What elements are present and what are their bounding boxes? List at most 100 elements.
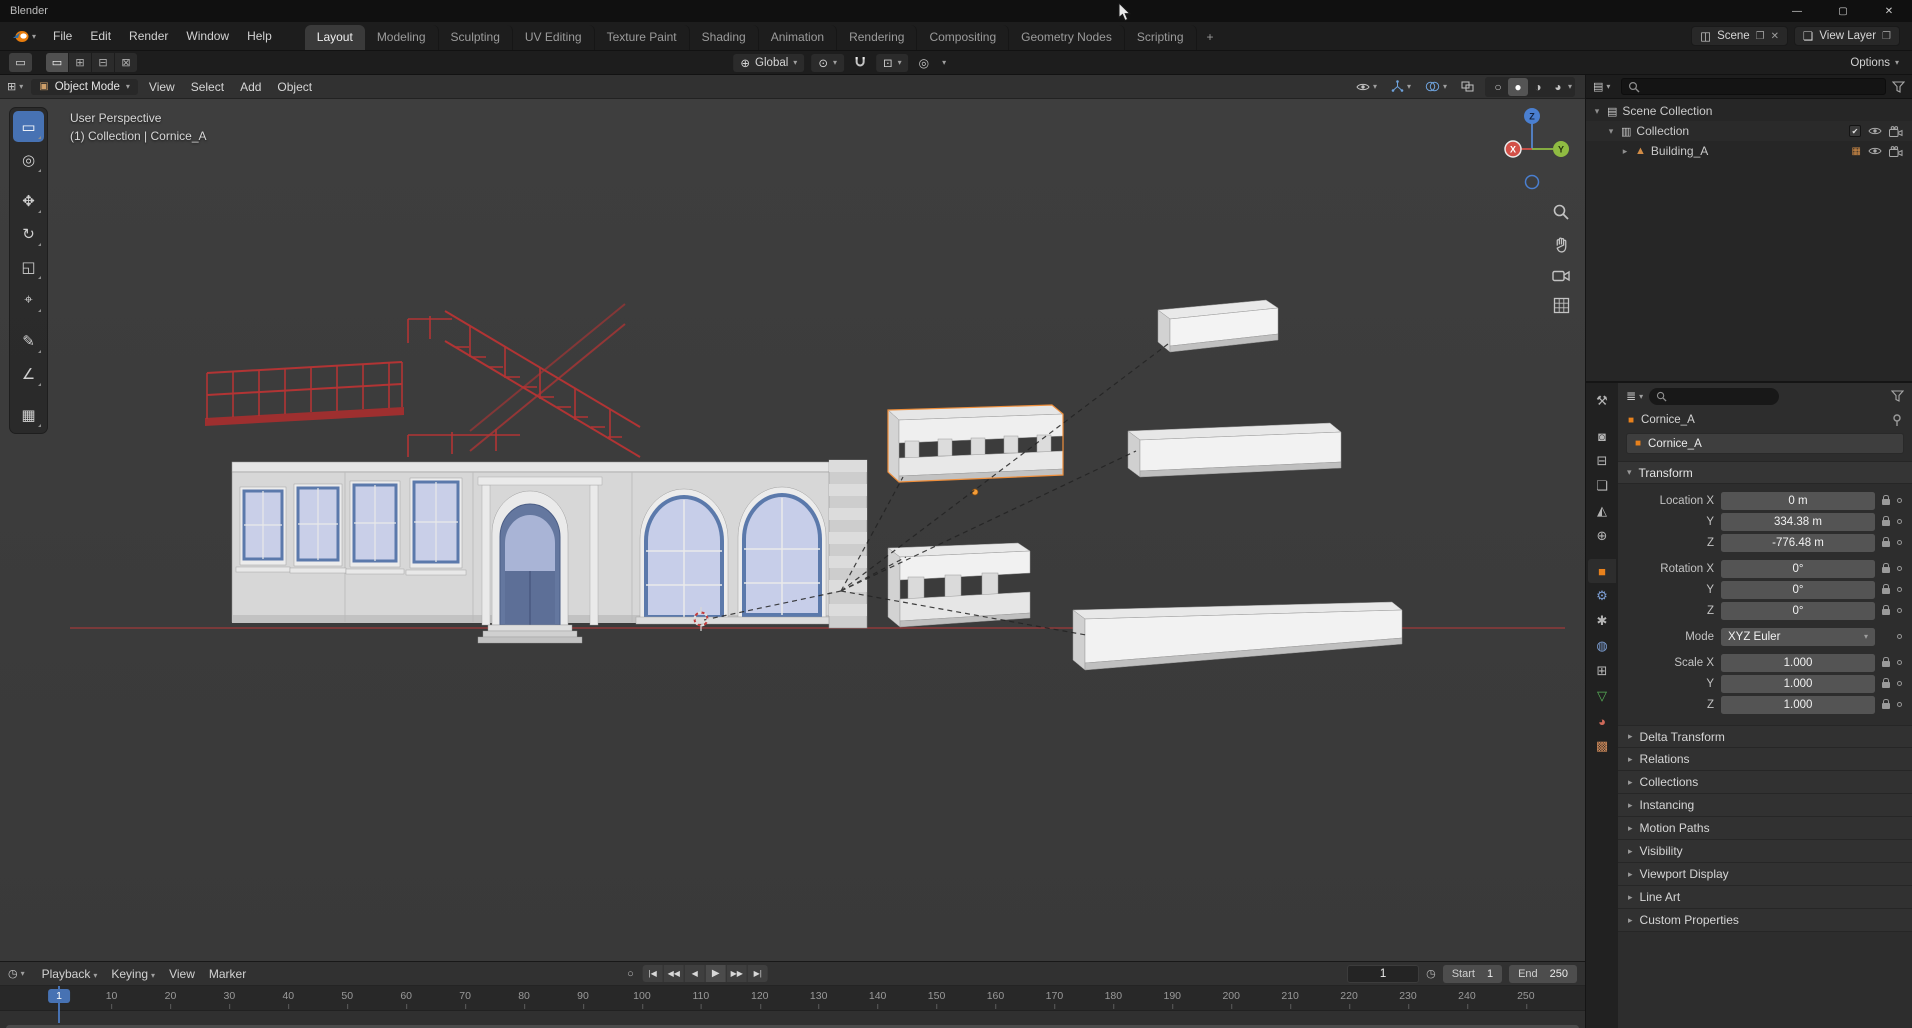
pin-icon[interactable]: [1892, 413, 1902, 427]
y-field[interactable]: 0°: [1721, 580, 1875, 599]
hide-eye-icon[interactable]: [1868, 126, 1882, 136]
collapse-icon[interactable]: ▾: [1606, 126, 1616, 137]
tool-select-box[interactable]: ▭: [13, 111, 44, 142]
lock-icon[interactable]: [1882, 657, 1890, 667]
end-frame-field[interactable]: End 250: [1509, 964, 1577, 983]
z-field[interactable]: -776.48 m: [1721, 533, 1875, 552]
viewport-menu-select[interactable]: Select: [183, 78, 232, 96]
timeline-menu-playback[interactable]: Playback ▾: [36, 965, 104, 983]
animate-dot[interactable]: [1897, 498, 1902, 503]
shading-wireframe-button[interactable]: ○: [1488, 78, 1508, 96]
properties-search-input[interactable]: [1649, 387, 1780, 405]
fire-escape-stairs[interactable]: [407, 303, 641, 458]
workspace-tab-animation[interactable]: Animation: [759, 25, 838, 50]
workspace-tab-modeling[interactable]: Modeling: [365, 25, 439, 50]
hide-eye-icon[interactable]: [1868, 146, 1882, 156]
cornice-piece-right[interactable]: [1127, 422, 1342, 478]
scene-selector[interactable]: ◫ Scene ❐ ✕: [1691, 26, 1789, 46]
lock-icon[interactable]: [1882, 678, 1890, 688]
outliner-editor-type-dropdown[interactable]: ▤ ▾: [1593, 80, 1615, 93]
menu-help[interactable]: Help: [238, 26, 281, 46]
snap-toggle[interactable]: [851, 54, 869, 71]
cornice-piece-corbel[interactable]: [887, 542, 1031, 628]
jump-to-start-button[interactable]: |◀: [642, 965, 663, 982]
lock-icon[interactable]: [1882, 516, 1890, 526]
new-scene-icon[interactable]: ❐: [1756, 31, 1765, 42]
timeline-menu-view[interactable]: View: [163, 965, 201, 983]
animate-dot[interactable]: [1897, 519, 1902, 524]
timeline-menu-keying[interactable]: Keying ▾: [105, 965, 161, 983]
panel-visibility[interactable]: ▸ Visibility: [1618, 840, 1912, 863]
cornice-piece-top[interactable]: [1157, 299, 1279, 353]
tool-measure[interactable]: ∠: [13, 358, 44, 389]
current-frame-badge[interactable]: 1: [48, 989, 70, 1003]
select-mode-subtract[interactable]: ⊟: [92, 53, 114, 72]
new-view-layer-icon[interactable]: ❐: [1882, 31, 1891, 42]
animate-dot[interactable]: [1897, 608, 1902, 613]
transform-panel-header[interactable]: ▾ Transform: [1618, 461, 1912, 484]
shading-material-button[interactable]: ◑: [1528, 78, 1548, 96]
workspace-tab-compositing[interactable]: Compositing: [917, 25, 1010, 50]
panel-viewport-display[interactable]: ▸ Viewport Display: [1618, 863, 1912, 886]
prev-keyframe-button[interactable]: ◀◀: [663, 965, 684, 982]
panel-instancing[interactable]: ▸ Instancing: [1618, 794, 1912, 817]
rotation-x-field[interactable]: 0°: [1721, 559, 1875, 578]
next-keyframe-button[interactable]: ▶▶: [726, 965, 747, 982]
jump-to-end-button[interactable]: ▶|: [747, 965, 768, 982]
proportional-editing-toggle[interactable]: ◎: [916, 54, 932, 72]
grid-ortho-icon[interactable]: [1553, 297, 1570, 314]
collection-checkbox[interactable]: ✔: [1849, 125, 1861, 137]
workspace-tab-uv-editing[interactable]: UV Editing: [513, 25, 595, 50]
disable-render-camera-icon[interactable]: [1889, 125, 1903, 137]
properties-tab-object-data[interactable]: ▽: [1588, 684, 1616, 708]
start-frame-field[interactable]: Start 1: [1442, 964, 1503, 983]
3d-viewport[interactable]: ▭ ◎ ✥ ↻ ◱ ⌖ ✎ ∠ ▦ User Perspective (1) Collectio…: [0, 99, 1585, 961]
options-dropdown[interactable]: Options ▾: [1850, 57, 1903, 69]
close-button[interactable]: ✕: [1866, 0, 1912, 22]
animate-dot[interactable]: [1897, 540, 1902, 545]
timeline-editor-type-dropdown[interactable]: ◷ ▾: [8, 967, 30, 980]
shading-solid-button[interactable]: ●: [1507, 77, 1528, 96]
workspace-tab-layout[interactable]: Layout: [304, 25, 365, 50]
lock-icon[interactable]: [1882, 563, 1890, 573]
zoom-icon[interactable]: [1552, 203, 1570, 221]
timeline-playhead[interactable]: 1: [48, 986, 70, 1023]
pivot-point-dropdown[interactable]: ⊙ ▾: [811, 53, 844, 72]
menu-file[interactable]: File: [44, 26, 81, 46]
properties-tab-particles[interactable]: ✱: [1588, 609, 1616, 633]
scale-x-field[interactable]: 1.000: [1721, 653, 1875, 672]
mode-dropdown[interactable]: ▣ Object Mode ▾: [31, 78, 138, 95]
add-workspace-button[interactable]: +: [1197, 25, 1224, 50]
select-mode-extend[interactable]: ⊞: [69, 53, 91, 72]
object-visibility-dropdown[interactable]: ▾: [1353, 80, 1380, 94]
shading-rendered-button[interactable]: ◕: [1548, 78, 1568, 96]
tool-scale[interactable]: ◱: [13, 251, 44, 282]
play-button[interactable]: ▶: [705, 965, 726, 982]
workspace-tab-scripting[interactable]: Scripting: [1125, 25, 1197, 50]
transform-orientation-dropdown[interactable]: ⊕ Global ▾: [733, 53, 805, 72]
panel-motion-paths[interactable]: ▸ Motion Paths: [1618, 817, 1912, 840]
properties-filter-button[interactable]: [1891, 390, 1904, 402]
building-facade[interactable]: [231, 459, 868, 644]
unlink-scene-icon[interactable]: ✕: [1771, 31, 1779, 42]
select-mode-intersect[interactable]: ⊠: [115, 53, 137, 72]
outliner-search-input[interactable]: [1621, 78, 1886, 95]
animate-dot[interactable]: [1897, 587, 1902, 592]
panel-collections[interactable]: ▸ Collections: [1618, 771, 1912, 794]
mode-field[interactable]: XYZ Euler ▾: [1721, 627, 1875, 646]
outliner-row-collection[interactable]: ▾ ▥ Collection ✔: [1586, 121, 1912, 141]
animate-dot[interactable]: [1897, 634, 1902, 639]
panel-custom-properties[interactable]: ▸ Custom Properties: [1618, 909, 1912, 932]
properties-tab-tool[interactable]: ⚒: [1588, 389, 1616, 413]
lock-icon[interactable]: [1882, 495, 1890, 505]
z-field[interactable]: 0°: [1721, 601, 1875, 620]
fire-escape-platform[interactable]: [205, 361, 404, 426]
outliner-filter-button[interactable]: [1892, 80, 1905, 93]
properties-tab-modifiers[interactable]: ⚙: [1588, 584, 1616, 608]
cornice-piece-long[interactable]: [1072, 601, 1403, 671]
collapse-icon[interactable]: ▾: [1592, 106, 1602, 117]
editor-type-dropdown[interactable]: ⊞ ▾: [7, 80, 28, 93]
lock-icon[interactable]: [1882, 537, 1890, 547]
animate-dot[interactable]: [1897, 566, 1902, 571]
properties-tab-material[interactable]: ◕: [1588, 709, 1616, 733]
